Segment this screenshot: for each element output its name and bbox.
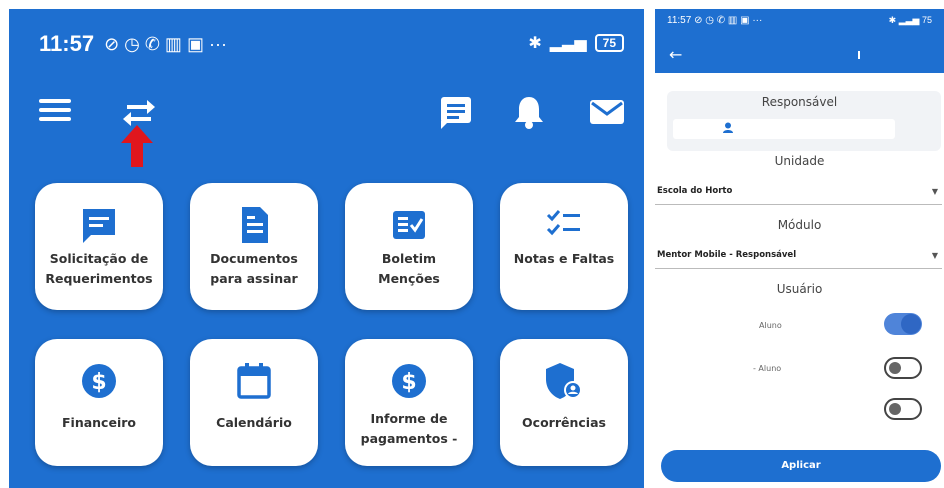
battery-indicator: 75 [921,15,932,25]
unidade-select[interactable]: Escola do Horto ▼ [655,182,942,205]
user-toggle-off[interactable] [884,398,922,420]
shield-user-icon [546,363,582,399]
tile-boletim[interactable]: Boletim Menções [345,183,473,310]
tile-label: Calendário [216,415,292,430]
red-annotation-arrow-icon [121,125,153,167]
messages-icon[interactable] [439,95,473,129]
settings-screen: 11:57 ⊘ ◷ ✆ ▥ ▣ ··· ✱ ▂▃▅ 75 ← Responsáv… [655,9,944,488]
user-toggle-on[interactable] [884,313,922,335]
unidade-value: Escola do Horto [657,186,733,196]
status-right: ✱ ▂▃▅ 75 [889,15,932,26]
status-icons: ⊘ ◷ ✆ ▥ ▣ ··· [104,33,227,54]
modulo-select[interactable]: Mentor Mobile - Responsável ▼ [655,246,942,269]
svg-text:$: $ [91,370,106,395]
dollar-icon: $ [82,364,116,398]
status-icons: ⊘ ◷ ✆ ▥ ▣ ··· [694,15,763,26]
signal-icon: ▂▃▅ [549,35,587,52]
tile-label: Documentos para assinar [210,251,298,286]
menu-icon[interactable] [39,99,71,123]
modulo-value: Mentor Mobile - Responsável [657,250,797,260]
dollar-icon: $ [392,364,426,398]
battery-indicator: 75 [594,34,624,52]
chat-icon [83,209,115,243]
tile-solicitacao[interactable]: Solicitação de Requerimentos [35,183,163,310]
tile-ocorrencias[interactable]: Ocorrências [500,339,628,466]
apply-button[interactable]: Aplicar [661,450,941,482]
status-time: 11:57 [667,15,692,26]
bluetooth-icon: ✱ [888,15,897,25]
calendar-icon [237,363,271,399]
unidade-title: Unidade [774,154,825,168]
bluetooth-icon: ✱ [528,35,542,52]
mail-icon[interactable] [589,95,625,129]
modulo-title: Módulo [777,218,822,232]
dropdown-caret-icon: ▼ [931,187,938,196]
person-icon [723,122,733,133]
back-arrow-icon[interactable]: ← [669,45,682,64]
tile-calendario[interactable]: Calendário [190,339,318,466]
checklist-icon [546,210,580,236]
signal-icon: ▂▃▅ [898,15,920,25]
tile-informe[interactable]: $ Informe de pagamentos - [345,339,473,466]
tile-label: Boletim Menções [378,251,440,286]
tile-label: Financeiro [62,415,136,430]
status-right: ✱ ▂▃▅ 75 [528,33,624,53]
responsavel-field[interactable] [673,119,895,139]
title-cursor [858,51,860,59]
report-card-icon [393,211,425,239]
status-bar-right: 11:57 ⊘ ◷ ✆ ▥ ▣ ··· [667,15,762,26]
tile-notas[interactable]: Notas e Faltas [500,183,628,310]
tile-financeiro[interactable]: $ Financeiro [35,339,163,466]
responsavel-title: Responsável [761,95,838,109]
user-toggle-off[interactable] [884,357,922,379]
usuario-title: Usuário [776,282,823,296]
document-icon [242,207,268,243]
tile-label: Notas e Faltas [513,251,615,266]
bell-icon[interactable] [512,95,546,129]
dropdown-caret-icon: ▼ [931,251,938,260]
status-time: 11:57 [39,31,95,56]
user-label: - Aluno [753,364,782,373]
user-label: Aluno [759,321,782,330]
tile-documentos[interactable]: Documentos para assinar [190,183,318,310]
tile-label: Ocorrências [522,415,606,430]
svg-text:$: $ [401,370,416,395]
status-bar-left: 11:57 ⊘ ◷ ✆ ▥ ▣ ··· [39,31,227,57]
tile-label: Informe de pagamentos - [360,411,458,446]
home-screen: 11:57 ⊘ ◷ ✆ ▥ ▣ ··· ✱ ▂▃▅ 75 Solicitação… [9,9,644,488]
tile-label: Solicitação de Requerimentos [45,251,153,286]
